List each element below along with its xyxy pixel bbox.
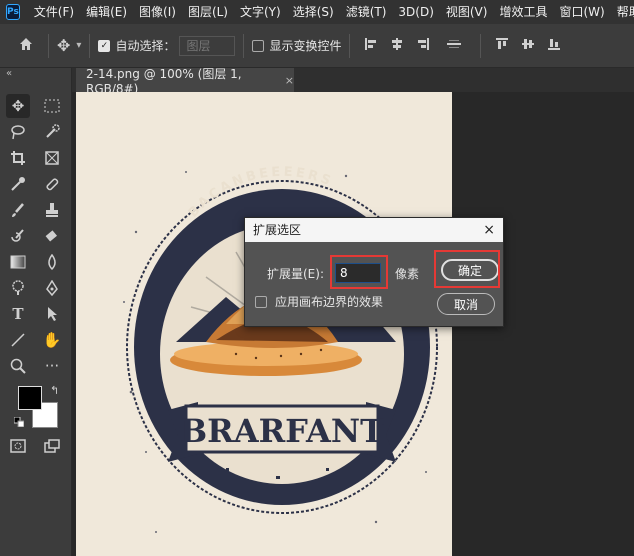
menu-file[interactable]: 文件(F) <box>28 0 80 24</box>
move-tool-icon[interactable]: ✥ <box>57 36 70 55</box>
screen-mode-icon[interactable] <box>40 434 64 458</box>
input-highlight-box <box>330 255 388 289</box>
pen-tool-icon[interactable] <box>40 276 64 300</box>
swap-colors-icon[interactable]: ↰ <box>50 384 59 397</box>
divider <box>89 33 91 58</box>
menu-filter[interactable]: 滤镜(T) <box>340 0 393 24</box>
type-tool-icon[interactable]: T <box>6 302 30 326</box>
cancel-button[interactable]: 取消 <box>437 293 495 315</box>
marquee-tool-icon[interactable] <box>40 94 64 118</box>
line-tool-icon[interactable] <box>6 328 30 352</box>
menu-edit[interactable]: 编辑(E) <box>80 0 133 24</box>
foreground-color-swatch[interactable] <box>18 386 42 410</box>
divider <box>48 33 49 58</box>
eyedropper-tool-icon[interactable] <box>6 172 30 196</box>
menu-image[interactable]: 图像(I) <box>133 0 182 24</box>
brush-tool-icon[interactable] <box>6 198 30 222</box>
options-bar: ✥ ▾ ✓ 自动选择： 图层 显示变换控件 <box>0 24 634 68</box>
close-icon[interactable]: × <box>483 218 495 242</box>
align-top-icon[interactable] <box>495 37 509 54</box>
distribute-horizontal-icon[interactable] <box>446 37 462 54</box>
dialog-title-bar: 扩展选区 <box>245 218 503 242</box>
unit-label: 像素 <box>395 267 420 281</box>
auto-select-checkbox[interactable]: ✓ <box>98 39 111 52</box>
close-tab-icon[interactable]: × <box>285 74 294 87</box>
quick-mask-icon[interactable] <box>6 434 30 458</box>
menu-layer[interactable]: 图层(L) <box>182 0 234 24</box>
expand-amount-label: 扩展量(E): <box>267 267 324 281</box>
hand-tool-icon[interactable]: ✋ <box>40 328 64 352</box>
menu-view[interactable]: 视图(V) <box>440 0 494 24</box>
history-brush-tool-icon[interactable] <box>6 224 30 248</box>
apply-canvas-bounds-label: 应用画布边界的效果 <box>275 295 384 309</box>
align-center-vertical-icon[interactable] <box>521 37 535 54</box>
toolbar: « ✥ T ✋ ··· ↰ <box>0 68 72 556</box>
menu-bar: Ps 文件(F) 编辑(E) 图像(I) 图层(L) 文字(Y) 选择(S) 滤… <box>0 0 634 24</box>
zoom-tool-icon[interactable] <box>6 354 30 378</box>
align-left-icon[interactable] <box>364 37 378 54</box>
more-tools-icon[interactable]: ··· <box>40 354 64 378</box>
show-transform-checkbox[interactable] <box>252 39 265 52</box>
blur-tool-icon[interactable] <box>40 250 64 274</box>
clone-stamp-tool-icon[interactable] <box>40 198 64 222</box>
align-right-icon[interactable] <box>416 37 430 54</box>
auto-select-value: 图层 <box>186 39 211 53</box>
document-tab-bar: 2-14.png @ 100% (图层 1, RGB/8#) × <box>72 67 634 96</box>
document-tab-title: 2-14.png @ 100% (图层 1, RGB/8#) <box>86 66 242 96</box>
apply-canvas-bounds-checkbox[interactable] <box>255 296 267 308</box>
menu-type[interactable]: 文字(Y) <box>234 0 287 24</box>
crop-tool-icon[interactable] <box>6 146 30 170</box>
ok-button-highlight-box <box>434 250 500 288</box>
auto-select-dropdown[interactable]: 图层 <box>179 35 236 56</box>
default-colors-icon[interactable] <box>13 416 25 430</box>
eraser-tool-icon[interactable] <box>40 224 64 248</box>
logo-brand-text: BRARFANT <box>180 412 384 450</box>
path-selection-tool-icon[interactable] <box>40 302 64 326</box>
align-bottom-icon[interactable] <box>547 37 561 54</box>
menu-3d[interactable]: 3D(D) <box>392 0 439 24</box>
divider <box>243 33 245 58</box>
menu-plugins[interactable]: 增效工具 <box>493 0 553 24</box>
collapse-panel-icon[interactable]: « <box>6 68 12 79</box>
align-center-horizontal-icon[interactable] <box>390 37 404 54</box>
menu-window[interactable]: 窗口(W) <box>553 0 610 24</box>
menu-select[interactable]: 选择(S) <box>287 0 340 24</box>
gradient-tool-icon[interactable] <box>6 250 30 274</box>
divider <box>349 33 351 58</box>
menu-help[interactable]: 帮助(H) <box>611 0 634 24</box>
dodge-tool-icon[interactable] <box>6 276 30 300</box>
auto-select-label: 自动选择： <box>115 39 176 53</box>
quick-selection-tool-icon[interactable] <box>40 120 64 144</box>
document-tab[interactable]: 2-14.png @ 100% (图层 1, RGB/8#) × <box>76 67 294 96</box>
chevron-down-icon[interactable]: ▾ <box>76 40 81 51</box>
healing-brush-tool-icon[interactable] <box>40 172 64 196</box>
photoshop-logo-icon: Ps <box>6 4 20 20</box>
dialog-title: 扩展选区 <box>253 223 302 237</box>
show-transform-label: 显示变换控件 <box>269 39 342 53</box>
lasso-tool-icon[interactable] <box>6 120 30 144</box>
home-icon[interactable] <box>18 36 34 55</box>
move-tool-icon[interactable]: ✥ <box>6 94 30 118</box>
frame-tool-icon[interactable] <box>40 146 64 170</box>
divider <box>480 33 482 58</box>
